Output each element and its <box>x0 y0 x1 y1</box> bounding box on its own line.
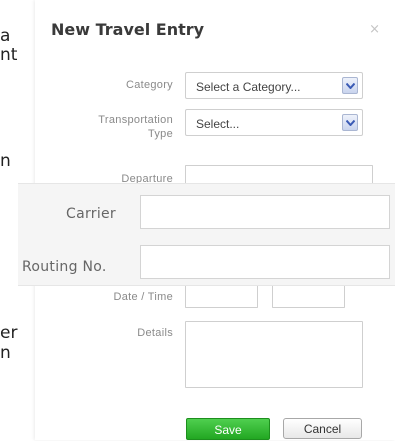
transportation-type-label-line1: Transportation <box>98 114 173 126</box>
chevron-down-icon[interactable] <box>342 77 358 94</box>
transportation-type-select[interactable]: Select... <box>185 109 363 136</box>
time-input[interactable] <box>272 283 345 308</box>
routing-number-input[interactable] <box>140 245 390 279</box>
dialog-title: New Travel Entry <box>51 20 205 39</box>
category-select-value: Select a Category... <box>196 80 301 94</box>
datetime-label: Date / Time <box>113 291 173 303</box>
carrier-input[interactable] <box>140 195 390 229</box>
background-text-fragment: n <box>0 151 11 171</box>
background-text-fragment: er <box>0 323 18 343</box>
close-icon[interactable]: × <box>369 23 380 36</box>
departure-input[interactable] <box>185 165 373 185</box>
routing-number-label: Routing No. <box>22 259 107 275</box>
category-select[interactable]: Select a Category... <box>185 72 363 99</box>
carrier-label: Carrier <box>66 206 116 222</box>
date-input[interactable] <box>185 283 258 308</box>
category-label: Category <box>125 79 173 91</box>
save-button[interactable]: Save <box>186 418 270 440</box>
transportation-type-select-value: Select... <box>196 117 240 131</box>
chevron-down-icon[interactable] <box>342 114 358 131</box>
background-text-fragment: n <box>0 343 11 363</box>
cancel-button[interactable]: Cancel <box>283 418 362 439</box>
details-textarea[interactable] <box>185 321 363 388</box>
details-label: Details <box>137 327 173 339</box>
background-text-fragment: nt <box>0 45 18 65</box>
background-text-fragment: a <box>0 26 11 46</box>
transportation-type-label-line2: Type <box>147 128 173 140</box>
carrier-routing-panel: Carrier Routing No. <box>18 183 395 286</box>
transportation-type-label: Transportation Type <box>63 113 173 141</box>
